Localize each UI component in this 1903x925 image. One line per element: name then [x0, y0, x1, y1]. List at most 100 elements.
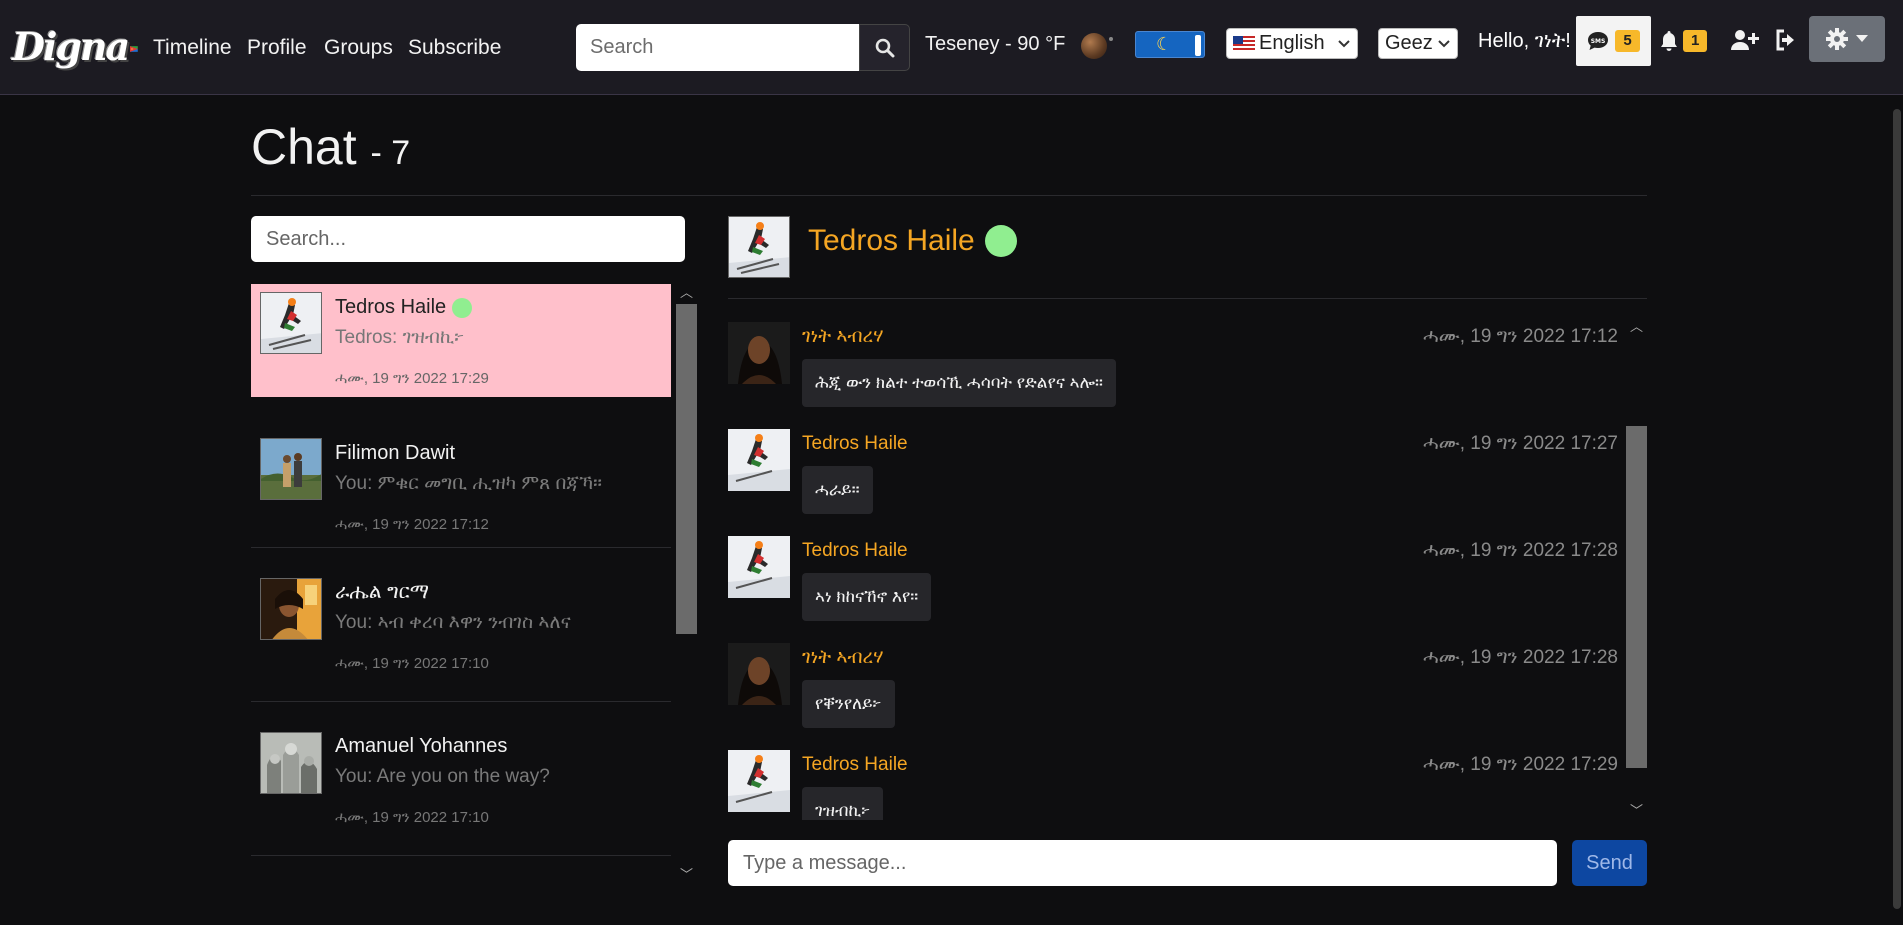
avatar — [728, 750, 790, 812]
bell-icon — [1661, 31, 1677, 51]
message-item: Tedros Haile ሓሙ, 19 ግን 2022 17:27 ሓራይ። — [728, 423, 1618, 531]
message-list-scrollbar[interactable]: ︿ ﹀ — [1626, 316, 1647, 820]
scroll-up-icon[interactable]: ︿ — [1630, 316, 1643, 335]
message-sender: Tedros Haile — [802, 540, 908, 561]
nav-link-groups[interactable]: Groups — [324, 36, 393, 60]
message-bubble: ሕጂ ውን ክልተ ተወሳኺ ሓሳባት የድልየና ኣሎ። — [802, 359, 1116, 407]
skier-photo-icon — [728, 750, 790, 812]
dark-mode-toggle[interactable]: ☾ — [1135, 31, 1205, 58]
conversation-item[interactable]: Amanuel Yohannes You: Are you on the way… — [251, 723, 671, 856]
message-time: ሓሙ, 19 ግን 2022 17:12 — [1423, 326, 1618, 347]
conversation-name-text: Filimon Dawit — [335, 442, 456, 464]
conversation-item[interactable]: Tedros Haile Tedros: ገዝብኪ፦ ሓሙ, 19 ግን 202… — [251, 284, 671, 397]
message-bubble: ኣነ ክከናኸኖ እየ። — [802, 573, 932, 621]
message-time: ሓሙ, 19 ግን 2022 17:29 — [1423, 754, 1618, 775]
conversation-time: ሓሙ, 19 ግን 2022 17:10 — [335, 809, 489, 826]
language-select[interactable]: English — [1226, 28, 1358, 59]
message-time: ሓሙ, 19 ግን 2022 17:28 — [1423, 647, 1618, 668]
conversation-name: Tedros Haile — [335, 296, 473, 319]
navbar-search-button[interactable] — [859, 24, 910, 71]
settings-dropdown-button[interactable] — [1809, 16, 1885, 62]
logout-button[interactable] — [1775, 29, 1799, 56]
us-flag-icon — [1233, 36, 1255, 51]
eritrea-flag-icon — [130, 46, 138, 52]
online-status-dot — [984, 225, 1017, 257]
scrollbar-thumb[interactable] — [676, 304, 697, 634]
conversation-item[interactable]: Filimon Dawit You: ምቁር መግቢ ሒዝካ ምጸ በጃኻ። ሓ… — [251, 415, 671, 548]
conversation-time: ሓሙ, 19 ግን 2022 17:29 — [335, 370, 489, 387]
navbar-search-input[interactable] — [576, 24, 859, 71]
sms-count-badge: 5 — [1615, 30, 1640, 52]
svg-text:SMS: SMS — [1591, 38, 1606, 45]
page-scrollbar[interactable] — [1890, 95, 1903, 925]
message-time: ሓሙ, 19 ግን 2022 17:28 — [1423, 540, 1618, 561]
chevron-down-icon — [1338, 39, 1350, 47]
scrollbar-thumb[interactable] — [1626, 426, 1647, 768]
conversation-name-text: Amanuel Yohannes — [335, 735, 508, 757]
skier-photo-icon — [729, 217, 789, 277]
language-select-value: English — [1259, 32, 1325, 54]
scroll-up-icon[interactable]: ︿ — [680, 282, 693, 301]
avatar — [728, 322, 790, 384]
message-sender: ገነት ኣብረሃ — [802, 647, 884, 668]
nav-link-subscribe[interactable]: Subscribe — [408, 36, 501, 60]
nav-link-profile[interactable]: Profile — [247, 36, 307, 60]
script-select[interactable]: Geez — [1378, 28, 1458, 59]
scroll-down-icon[interactable]: ﹀ — [680, 864, 693, 883]
message-item: ገነት ኣብረሃ ሓሙ, 19 ግን 2022 17:12 ሕጂ ውን ክልተ … — [728, 316, 1618, 424]
message-list: ገነት ኣብረሃ ሓሙ, 19 ግን 2022 17:12 ሕጂ ውን ክልተ … — [728, 316, 1618, 820]
avatar — [260, 292, 322, 354]
weather-readout: Teseney - 90 °F — [925, 33, 1066, 55]
message-input[interactable] — [728, 840, 1557, 886]
avatar — [728, 429, 790, 491]
avatar — [728, 536, 790, 598]
navbar: Digna Timeline Profile Groups Subscribe … — [0, 0, 1903, 95]
conversation-item[interactable]: ራሔል ግርማ You: ኣብ ቀረባ እዋን ንብገስ ኣለና ሓሙ, 19 … — [251, 569, 671, 702]
conversation-list-scrollbar[interactable]: ︿ ﹀ — [676, 282, 697, 884]
message-sender: ገነት ኣብረሃ — [802, 326, 884, 347]
user-plus-icon — [1731, 30, 1759, 50]
skier-photo-icon — [261, 293, 321, 353]
message-sender: Tedros Haile — [802, 433, 908, 454]
avatar — [260, 578, 322, 640]
woman-portrait-icon — [728, 322, 790, 384]
messages-button[interactable]: SMS 5 — [1576, 16, 1651, 66]
conversation-name: Amanuel Yohannes — [335, 735, 507, 758]
script-select-value: Geez — [1385, 32, 1433, 54]
message-sender: Tedros Haile — [802, 754, 908, 775]
conversation-preview: You: ምቁር መግቢ ሒዝካ ምጸ በጃኻ። — [335, 473, 602, 494]
chat-contact-name: Tedros Haile — [808, 224, 1017, 258]
chat-contact-avatar — [728, 216, 790, 278]
sms-icon: SMS — [1588, 32, 1609, 50]
logo-text: Digna — [12, 23, 130, 69]
site-logo[interactable]: Digna — [12, 22, 138, 70]
page-title: Chat - 7 — [251, 118, 410, 176]
add-friend-button[interactable] — [1731, 29, 1759, 56]
conversation-time: ሓሙ, 19 ግን 2022 17:12 — [335, 516, 489, 533]
message-time: ሓሙ, 19 ግን 2022 17:27 — [1423, 433, 1618, 454]
message-item: Tedros Haile ሓሙ, 19 ግን 2022 17:29 ገዝብኪ፦ — [728, 744, 1618, 820]
message-item: Tedros Haile ሓሙ, 19 ግን 2022 17:28 ኣነ ክከና… — [728, 530, 1618, 638]
avatar — [728, 643, 790, 705]
conversation-time: ሓሙ, 19 ግን 2022 17:10 — [335, 655, 489, 672]
conversation-name-text: Tedros Haile — [335, 296, 447, 318]
scrollbar-thumb[interactable] — [1893, 109, 1901, 909]
chevron-down-icon — [1438, 39, 1450, 47]
gear-icon — [1826, 28, 1848, 50]
scroll-down-icon[interactable]: ﹀ — [1630, 800, 1643, 819]
toggle-knob — [1195, 35, 1201, 56]
conversation-list: Tedros Haile Tedros: ገዝብኪ፦ ሓሙ, 19 ግን 202… — [251, 282, 671, 884]
search-icon — [875, 38, 894, 57]
sign-out-icon — [1776, 29, 1794, 51]
couple-photo-icon — [261, 439, 321, 499]
notifications-button[interactable]: 1 — [1659, 30, 1708, 52]
message-bubble: ሓራይ። — [802, 466, 873, 514]
moon-phase-icon — [1081, 33, 1113, 59]
chat-count: - 7 — [370, 134, 411, 172]
caret-down-icon — [1856, 35, 1868, 42]
message-bubble: ገዝብኪ፦ — [802, 787, 884, 820]
woman-photo-icon — [261, 579, 321, 639]
nav-link-timeline[interactable]: Timeline — [153, 36, 232, 60]
conversation-search-input[interactable] — [251, 216, 685, 262]
send-button[interactable]: Send — [1572, 840, 1647, 886]
